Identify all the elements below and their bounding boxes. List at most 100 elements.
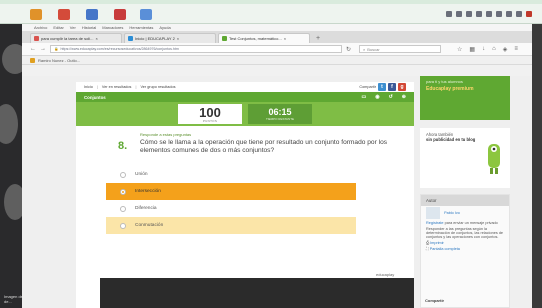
premium-promo[interactable]: para ti y tus alumnos Educaplay premium: [420, 76, 510, 120]
browser-window: Archivo Editar Ver Historial Marcadores …: [22, 24, 532, 308]
address-bar[interactable]: 🔒 https://www.educaplay.com/es/recursose…: [50, 45, 342, 53]
tab-strip: para cumplir la tarea de soli... × Inici…: [22, 31, 532, 43]
tray-icon[interactable]: [496, 11, 502, 17]
reload-icon[interactable]: ↻: [346, 46, 351, 53]
promo-highlight: Educaplay premium: [426, 86, 474, 92]
author-heading: Autor: [421, 195, 509, 206]
taskbar-app-icon[interactable]: [140, 9, 152, 20]
favicon-icon: [128, 36, 133, 41]
background-shape: [0, 104, 18, 144]
desktop-background-right: [532, 24, 542, 308]
share-label: Compartir: [359, 85, 376, 89]
navigation-bar: ← → 🔒 https://www.educaplay.com/es/recur…: [22, 43, 532, 56]
twitter-icon[interactable]: t: [378, 83, 386, 91]
breadcrumb-item[interactable]: Ver grupo resultados: [140, 85, 175, 89]
tray-icon[interactable]: [486, 11, 492, 17]
share-buttons: Compartir t f g: [359, 83, 406, 91]
sound-icon[interactable]: ◉: [375, 94, 379, 100]
tray-icon[interactable]: [446, 11, 452, 17]
new-tab-icon[interactable]: +: [312, 35, 324, 43]
score-label: PUNTOS: [202, 118, 218, 123]
radio-button[interactable]: [120, 222, 126, 229]
fullscreen-link[interactable]: Pantalla completa: [430, 247, 460, 251]
browser-tab-active[interactable]: Test Conjuntos, matemático... ×: [218, 33, 310, 43]
favicon-icon: [34, 36, 39, 41]
star-icon[interactable]: ☆: [457, 46, 462, 53]
background-shape: [2, 44, 22, 74]
menu-icon[interactable]: ≡: [514, 46, 518, 53]
breadcrumb-item[interactable]: Inicio: [84, 85, 93, 89]
menu-item[interactable]: Ayuda: [159, 25, 170, 30]
tab-label: para cumplir la tarea de soli...: [41, 36, 94, 41]
tray-icon[interactable]: [456, 11, 462, 17]
search-placeholder: Buscar: [367, 46, 380, 52]
taskbar-app-icon[interactable]: [86, 9, 98, 20]
google-plus-icon[interactable]: g: [398, 83, 406, 91]
browser-tab[interactable]: Inicio | EDUCAPLAY 2 ×: [124, 33, 216, 43]
radio-button[interactable]: [120, 205, 126, 212]
menu-item[interactable]: Marcadores: [102, 25, 123, 30]
register-suffix: para enviar un mensaje privado: [444, 221, 498, 225]
educaplay-logo: educaplay: [376, 272, 395, 277]
close-tab-icon[interactable]: ×: [177, 36, 179, 41]
blog-ad[interactable]: Ahora también sin publicidad en tu blog: [420, 128, 510, 188]
author-name-link[interactable]: Pablo Ivo: [444, 211, 460, 215]
sidebar: para ti y tus alumnos Educaplay premium …: [420, 76, 510, 308]
favicon-icon: [222, 36, 227, 41]
tab-label: Test Conjuntos, matemático...: [229, 36, 282, 41]
answer-option-hover[interactable]: Conmutación: [106, 217, 356, 235]
question-text: Cómo se le llama a la operación que tien…: [140, 139, 388, 154]
answer-label: Unión: [135, 172, 148, 178]
answer-option[interactable]: Diferencia: [106, 200, 356, 217]
lock-icon: 🔒: [54, 47, 59, 51]
bookmark-item[interactable]: Ramiro Nunez - Outlo...: [38, 58, 80, 63]
tray-icon[interactable]: [506, 11, 512, 17]
print-icon: ⎙: [426, 241, 430, 245]
bookmarks-icon[interactable]: ▦: [469, 46, 475, 53]
radio-button[interactable]: [120, 188, 126, 195]
radio-button[interactable]: [120, 171, 126, 178]
taskbar-app-icon[interactable]: [114, 9, 126, 20]
back-icon[interactable]: ←: [30, 46, 36, 52]
print-link[interactable]: Imprimir: [430, 241, 444, 245]
menu-item[interactable]: Herramientas: [129, 25, 153, 30]
tray-icon[interactable]: [466, 11, 472, 17]
forward-icon[interactable]: →: [40, 46, 46, 52]
taskbar-app-icon[interactable]: [58, 9, 70, 20]
browser-tab[interactable]: para cumplir la tarea de soli... ×: [30, 33, 122, 43]
timer-value: 06:15: [268, 107, 292, 117]
url-text: https://www.educaplay.com/es/recursosedu…: [60, 47, 179, 51]
register-link[interactable]: Regístrate: [426, 221, 444, 225]
author-description: Responder a las preguntas según la deter…: [426, 227, 504, 239]
close-tab-icon[interactable]: ×: [284, 36, 286, 41]
restart-icon[interactable]: ↺: [389, 94, 393, 100]
home-icon[interactable]: ⌂: [492, 46, 496, 53]
taskbar-app-icon[interactable]: [30, 9, 42, 20]
score-value: 100: [199, 104, 221, 120]
answer-option[interactable]: Unión: [106, 166, 356, 183]
web-page: Inicio | Ver en resultados | Ver grupo r…: [22, 76, 532, 308]
answer-option-selected[interactable]: Intersección: [106, 183, 356, 201]
answer-options: Unión Intersección Diferencia Conmutació…: [106, 166, 356, 235]
shield-icon[interactable]: ◈: [503, 46, 508, 53]
breadcrumb: Inicio | Ver en resultados | Ver grupo r…: [76, 82, 414, 92]
tray-icon[interactable]: [516, 11, 522, 17]
download-icon[interactable]: ↓: [482, 46, 485, 53]
tray-icon[interactable]: [476, 11, 482, 17]
breadcrumb-item[interactable]: Ver en resultados: [102, 85, 132, 89]
menu-item[interactable]: Ver: [70, 25, 76, 30]
question-hint: Responde a estas preguntas: [140, 132, 192, 137]
facebook-icon[interactable]: f: [388, 83, 396, 91]
help-icon[interactable]: ⊕: [402, 94, 406, 100]
menu-item[interactable]: Historial: [82, 25, 96, 30]
search-input[interactable]: ⌕ Buscar: [359, 45, 442, 53]
taskbar: [0, 4, 542, 24]
mascot-icon: [488, 144, 500, 174]
fullscreen-icon[interactable]: ▭: [361, 94, 366, 100]
menu-item[interactable]: Editar: [53, 25, 63, 30]
tray-icon[interactable]: [526, 11, 532, 17]
fullscreen-icon: ⛶: [426, 247, 429, 251]
score-box: 100 PUNTOS: [178, 104, 242, 124]
close-tab-icon[interactable]: ×: [95, 36, 97, 41]
menu-item[interactable]: Archivo: [34, 25, 47, 30]
